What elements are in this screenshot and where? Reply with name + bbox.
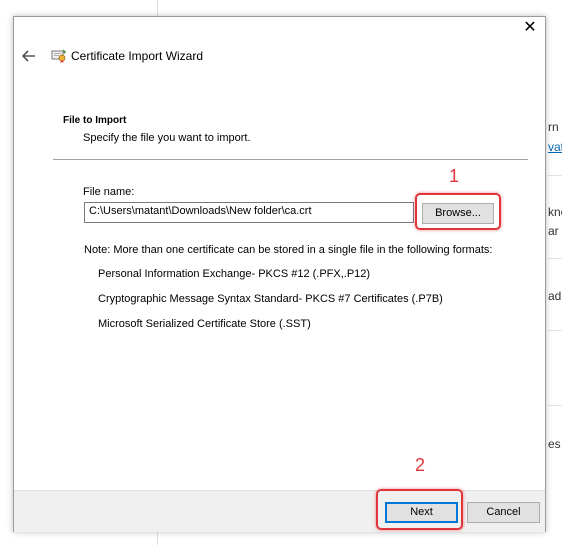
dialog-title: Certificate Import Wizard bbox=[71, 49, 204, 63]
background-text: kne bbox=[548, 205, 562, 219]
format-item: Personal Information Exchange- PKCS #12 … bbox=[98, 268, 371, 280]
cancel-button[interactable]: Cancel bbox=[467, 502, 540, 523]
close-icon: ✕ bbox=[523, 19, 537, 36]
formats-note: Note: More than one certificate can be s… bbox=[84, 244, 493, 256]
certificate-icon bbox=[51, 49, 66, 63]
format-item: Microsoft Serialized Certificate Store (… bbox=[98, 318, 311, 330]
background-text: rn bbox=[548, 120, 559, 134]
background-text: es bbox=[548, 437, 561, 451]
dialog-footer bbox=[14, 490, 545, 532]
background-separator bbox=[548, 405, 562, 406]
background-separator bbox=[548, 258, 562, 259]
background-text: ad bbox=[548, 289, 562, 303]
back-button[interactable] bbox=[20, 47, 38, 65]
annotation-number-2: 2 bbox=[415, 455, 426, 475]
background-separator bbox=[548, 330, 562, 331]
file-name-label: File name: bbox=[83, 186, 135, 198]
background-link[interactable]: vat bbox=[548, 140, 562, 154]
certificate-import-dialog: ✕ Certificate Import Wizard File to Impo… bbox=[13, 16, 546, 532]
page-subtitle: Specify the file you want to import. bbox=[83, 132, 251, 144]
background-separator bbox=[548, 175, 562, 176]
background-text: ar bbox=[548, 224, 559, 238]
back-arrow-icon bbox=[21, 50, 35, 62]
annotation-highlight-next bbox=[376, 489, 463, 530]
header-divider bbox=[53, 159, 528, 160]
page-title: File to Import bbox=[63, 115, 127, 126]
format-item: Cryptographic Message Syntax Standard- P… bbox=[98, 293, 443, 305]
file-name-input[interactable]: C:\Users\matant\Downloads\New folder\ca.… bbox=[84, 202, 414, 223]
annotation-number-1: 1 bbox=[449, 166, 460, 186]
close-button[interactable]: ✕ bbox=[515, 17, 545, 41]
annotation-highlight-browse bbox=[415, 193, 501, 230]
